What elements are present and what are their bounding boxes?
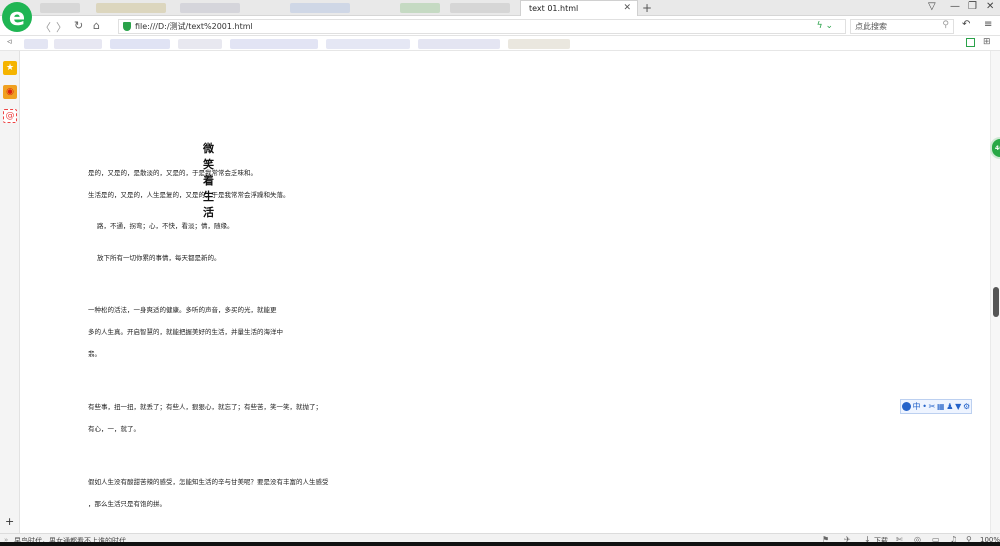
blurred-tab[interactable]	[290, 3, 350, 13]
new-tab-button[interactable]: +	[642, 1, 652, 15]
blurred-tab[interactable]	[96, 3, 166, 13]
ime-user-icon[interactable]: ♟	[946, 402, 953, 411]
bookmark-item[interactable]	[178, 39, 222, 49]
forward-icon[interactable]: 〉	[56, 19, 67, 35]
ime-skin-icon[interactable]: ▼	[955, 402, 961, 411]
text-line: 一种松的活法，一身爽适的健康。多听的声音，多买的光，就能更	[88, 306, 277, 314]
text-line: 放下所有一切你累的事情，每天都是新的。	[97, 254, 221, 262]
menu-icon[interactable]: ≡	[984, 19, 992, 30]
speed-ball-label: 46	[995, 144, 1000, 152]
vertical-scrollbar[interactable]	[990, 51, 1000, 533]
ime-toolbar[interactable]: 中 • ✂ ▦ ♟ ▼ ⚙	[900, 399, 972, 414]
text-line: 有心，一，就了。	[88, 425, 140, 433]
bookmark-item[interactable]	[326, 39, 410, 49]
apps-grid-icon[interactable]: ⊞	[983, 37, 991, 47]
search-box[interactable]: 点此搜索 ⚲	[850, 19, 954, 34]
ime-settings-icon[interactable]: ⚙	[963, 402, 970, 411]
search-placeholder: 点此搜索	[855, 22, 887, 31]
ime-chinese-mode[interactable]: 中	[913, 401, 921, 412]
address-bar[interactable]: file:///D:/测试/text%2001.html ϟ ⌄	[118, 19, 846, 34]
text-line: ，那么生活只是有饱的拼。	[88, 500, 166, 508]
bookmark-item[interactable]	[24, 39, 48, 49]
weibo-icon[interactable]: ◉	[3, 85, 17, 99]
home-icon[interactable]: ⌂	[93, 19, 100, 32]
blurred-tab[interactable]	[40, 3, 80, 13]
blurred-tab[interactable]	[400, 3, 440, 13]
taskbar-edge	[0, 542, 1000, 546]
undo-icon[interactable]: ↶	[962, 19, 970, 30]
bookmark-item[interactable]	[54, 39, 102, 49]
text-line: 翡。	[88, 350, 101, 358]
bookmark-item[interactable]	[418, 39, 500, 49]
bookmark-item[interactable]	[110, 39, 170, 49]
navigation-bar: 〈 〉 ↻ ⌂ file:///D:/测试/text%2001.html ϟ ⌄…	[0, 16, 1000, 36]
bookmark-item[interactable]	[230, 39, 318, 49]
reload-icon[interactable]: ↻	[74, 19, 83, 32]
bookmarks-bar: ◃ ⊞	[0, 37, 1000, 51]
add-sidebar-button[interactable]: +	[5, 515, 14, 528]
search-icon[interactable]: ⚲	[942, 20, 949, 30]
ime-logo-icon[interactable]	[901, 402, 911, 411]
blurred-tab[interactable]	[450, 3, 510, 13]
restore-icon[interactable]: ❐	[968, 1, 977, 12]
text-line: 假如人生没有酸甜苦辣的感受，怎能知生活的辛与甘美呢？要是没有丰富的人生感受	[88, 478, 329, 486]
ime-punct-icon[interactable]: •	[922, 402, 927, 411]
favorites-star-icon[interactable]: ★	[3, 61, 17, 75]
tab-title: text 01.html	[529, 4, 579, 13]
skin-icon[interactable]: ▽	[928, 1, 936, 12]
bolt-icon[interactable]: ϟ ⌄	[817, 21, 833, 31]
collapse-sidebar-icon[interactable]: ◃	[7, 37, 12, 47]
text-line: 路，不通，拐弯；心，不快，看淡；情，随缘。	[97, 222, 234, 230]
text-line: 是的，又是的，是散淡的，又是的，于是我常常会乏味和。	[88, 169, 257, 177]
bookmark-item[interactable]	[508, 39, 570, 49]
ime-scissors-icon[interactable]: ✂	[929, 402, 936, 411]
blurred-tab[interactable]	[180, 3, 240, 13]
scrollbar-thumb[interactable]	[993, 287, 999, 317]
logo-letter: e	[8, 3, 26, 31]
text-line: 多的人生真。开启智慧的，就能把握美好的生活，并量生活的海洋中	[88, 328, 283, 336]
tab-close-icon[interactable]: ✕	[623, 3, 631, 13]
secure-shield-icon	[123, 22, 131, 31]
text-line: 有些事，扭一扭，就丢了；有些人，狠狠心，就忘了；有些苦，笑一笑，就抛了；	[88, 403, 322, 411]
browser-logo[interactable]: e	[2, 2, 32, 32]
ime-keyboard-icon[interactable]: ▦	[937, 402, 945, 411]
address-text: file:///D:/测试/text%2001.html	[135, 22, 253, 31]
mail-icon[interactable]: @	[3, 109, 17, 123]
page-title: 微笑着生活	[203, 142, 214, 219]
tab-text01[interactable]: text 01.html ✕	[520, 0, 638, 16]
reader-icon[interactable]	[966, 38, 975, 47]
tab-strip: text 01.html ✕ + ▽ — ❐ ✕	[0, 0, 1000, 16]
back-icon[interactable]: 〈	[40, 19, 51, 35]
close-window-icon[interactable]: ✕	[986, 1, 994, 12]
left-sidebar: ★ ◉ @ +	[0, 51, 20, 533]
text-line: 生活是的，又是的，人生是复的，又是的，于是我常常会浮躁和失落。	[88, 191, 290, 199]
minimize-icon[interactable]: —	[950, 1, 960, 12]
